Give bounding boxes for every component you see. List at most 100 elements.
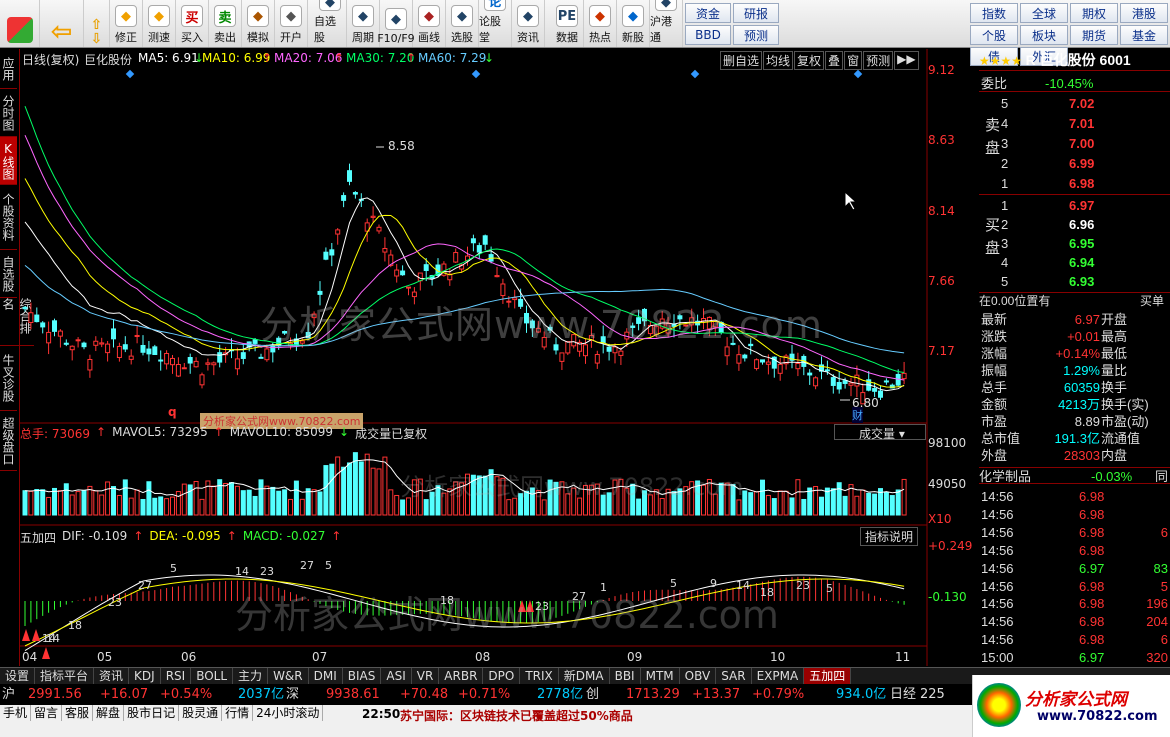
indicator-tab-19[interactable]: SAR (716, 668, 752, 684)
status-item-6[interactable]: 行情 (222, 705, 254, 721)
market-link[interactable]: 个股 (970, 25, 1018, 45)
toolbar-button-7[interactable]: ◆ 周期 (347, 0, 380, 47)
buy-level-row[interactable]: 3 6.95 (979, 235, 1170, 252)
indicator-tab-2[interactable]: 资讯 (94, 668, 130, 684)
toolbar-button-9[interactable]: ◆ 画线 (413, 0, 446, 47)
toolbar-button-0[interactable]: ◆ 修正 (110, 0, 143, 47)
sh-index[interactable]: 2991.56 (28, 685, 82, 705)
toolbar-button-12[interactable]: ◆ 资讯 (512, 0, 545, 47)
left-tab-1[interactable]: 分时图 (0, 89, 17, 137)
sz-index[interactable]: 9938.61 (326, 685, 380, 705)
buy-level-row[interactable]: 4 6.94 (979, 254, 1170, 271)
sell-level-row[interactable]: 2 6.99 (979, 155, 1170, 172)
indicator-tab-9[interactable]: BIAS (343, 668, 382, 684)
market-link[interactable]: 基金 (1120, 25, 1168, 45)
chart-tool-1[interactable]: 均线 (763, 51, 794, 70)
finance-mark[interactable]: 财 (852, 407, 863, 423)
left-tab-3[interactable]: 个股资料 (0, 185, 17, 250)
left-tab-4[interactable]: 自选股 (0, 250, 17, 298)
indicator-tab-15[interactable]: 新DMA (559, 668, 610, 684)
quick-link[interactable]: 资金 (685, 3, 731, 23)
chart-tool-0[interactable]: 删自选 (720, 51, 763, 70)
toolbar-button-6[interactable]: ◆ 自选股 (314, 0, 347, 47)
status-item-0[interactable]: 手机 (0, 705, 32, 721)
quick-link[interactable]: 预测 (733, 25, 779, 45)
sector-row[interactable]: 化学制品 -0.03% 同 (979, 467, 1170, 484)
market-link[interactable]: 指数 (970, 3, 1018, 23)
chart-tool-2[interactable]: 复权 (794, 51, 825, 70)
market-link[interactable]: 全球 (1020, 3, 1068, 23)
status-item-4[interactable]: 股市日记 (124, 705, 180, 721)
buy-level-row[interactable]: 2 6.96 (979, 216, 1170, 233)
status-item-2[interactable]: 客服 (62, 705, 94, 721)
toolbar-button-16[interactable]: ◆ 沪港通 (650, 0, 683, 47)
indicator-tab-5[interactable]: BOLL (191, 668, 234, 684)
sell-level-row[interactable]: 1 6.98 (979, 175, 1170, 192)
buy-level-row[interactable]: 1 6.97 (979, 197, 1170, 214)
toolbar-button-3[interactable]: 卖卖出 (209, 0, 242, 47)
indicator-tab-12[interactable]: ARBR (439, 668, 484, 684)
candle-body (494, 275, 500, 278)
left-tab-0[interactable]: 应用 (0, 49, 17, 89)
nk-index[interactable]: 225 (920, 685, 945, 705)
indicator-tab-20[interactable]: EXPMA (752, 668, 805, 684)
quick-link[interactable]: BBD (685, 25, 731, 45)
sell-level-row[interactable]: 4 7.01 (979, 115, 1170, 132)
status-item-5[interactable]: 股灵通 (179, 705, 223, 721)
windows-logo-button[interactable] (0, 0, 40, 47)
left-tab-6[interactable]: 牛叉诊股 (0, 346, 17, 411)
left-tab-7[interactable]: 超级盘口 (0, 411, 17, 471)
buy-level-row[interactable]: 5 6.93 (979, 273, 1170, 290)
toolbar-button-14[interactable]: ◆ 热点 (584, 0, 617, 47)
toolbar-button-8[interactable]: ◆ F10/F9 (377, 0, 415, 47)
status-item-7[interactable]: 24小时滚动 (253, 705, 324, 721)
toolbar-button-5[interactable]: ◆ 开户 (275, 0, 308, 47)
indicator-tab-6[interactable]: 主力 (233, 668, 269, 684)
sell-level-row[interactable]: 3 7.00 (979, 135, 1170, 152)
indicator-explain-button[interactable]: 指标说明 (860, 527, 919, 546)
quick-link[interactable]: 研报 (733, 3, 779, 23)
market-link[interactable]: 期权 (1070, 3, 1118, 23)
toolbar-button-2[interactable]: 买买入 (176, 0, 209, 47)
toolbar-button-11[interactable]: 论论股堂 (479, 0, 512, 47)
indicator-tab-1[interactable]: 指标平台 (35, 668, 95, 684)
indicator-tab-16[interactable]: BBI (610, 668, 641, 684)
toolbar-button-13[interactable]: PE 数据 (551, 0, 584, 47)
status-item-1[interactable]: 留言 (31, 705, 63, 721)
up-down-button[interactable]: ⇧ ⇩ (84, 0, 110, 47)
chart-tool-3[interactable]: 叠 (825, 51, 844, 70)
indicator-tab-4[interactable]: RSI (161, 668, 192, 684)
market-link[interactable]: 期货 (1070, 25, 1118, 45)
indicator-tab-11[interactable]: VR (412, 668, 440, 684)
toolbar-button-4[interactable]: ◆ 模拟 (242, 0, 275, 47)
news-ticker[interactable]: 苏宁国际：区块链技术已覆盖超过50%商品 (400, 707, 633, 724)
indicator-tab-13[interactable]: DPO (483, 668, 521, 684)
market-link[interactable]: 板块 (1020, 25, 1068, 45)
volume-selector[interactable]: 成交量 ▾ (834, 424, 926, 441)
cy-index[interactable]: 1713.29 (626, 685, 680, 705)
toolbar-button-15[interactable]: ◆ 新股 (617, 0, 650, 47)
kline-chart[interactable]: 日线(复权) 巨化股份 MA5: 6.91 ↓ MA10: 6.99 ↑ MA20: 7… (20, 49, 978, 666)
indicator-tab-8[interactable]: DMI (309, 668, 343, 684)
indicator-tab-10[interactable]: ASI (381, 668, 412, 684)
indicator-tab-3[interactable]: KDJ (129, 668, 161, 684)
toolbar-button-1[interactable]: ◆ 测速 (143, 0, 176, 47)
indicator-tab-17[interactable]: MTM (641, 668, 680, 684)
hot-icon: ◆ (589, 5, 611, 27)
chart-tool-4[interactable]: 窗 (844, 51, 863, 70)
expand-arrows-icon[interactable]: ▶▶ (894, 51, 919, 70)
back-button[interactable]: ⇦ (40, 0, 84, 47)
sh-change: +16.07 (100, 687, 149, 702)
indicator-tab-14[interactable]: TRIX (520, 668, 559, 684)
indicator-tab-0[interactable]: 设置 (0, 668, 36, 684)
cy-pct: +0.79% (752, 687, 805, 702)
chart-tool-5[interactable]: 预测 (863, 51, 894, 70)
indicator-tab-18[interactable]: OBV (680, 668, 717, 684)
status-item-3[interactable]: 解盘 (93, 705, 125, 721)
left-tab-2[interactable]: K线图 (0, 137, 17, 185)
indicator-tab-21[interactable]: 五加四 (804, 668, 852, 684)
sell-level-row[interactable]: 5 7.02 (979, 95, 1170, 112)
market-link[interactable]: 港股 (1120, 3, 1168, 23)
indicator-tab-7[interactable]: W&R (268, 668, 309, 684)
toolbar-button-10[interactable]: ◆ 选股 (446, 0, 479, 47)
